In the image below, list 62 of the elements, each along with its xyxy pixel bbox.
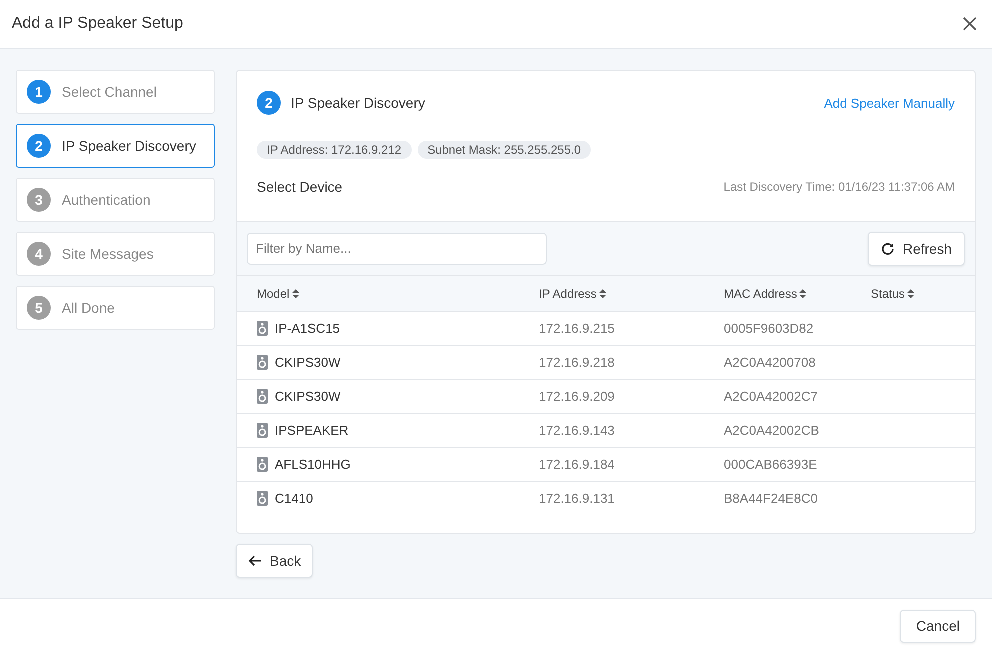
filter-field[interactable]: Filter by Name... bbox=[247, 232, 547, 264]
section-label: Select Device bbox=[257, 179, 343, 195]
column-header[interactable]: Model bbox=[257, 286, 539, 300]
step-label: All Done bbox=[62, 300, 115, 316]
table-cell: 172.16.9.143 bbox=[539, 423, 615, 438]
column-header[interactable]: MAC Address bbox=[724, 286, 871, 300]
last-discovery-time: Last Discovery Time: 01/16/23 11:37:06 AM bbox=[724, 180, 955, 194]
sort-icon bbox=[799, 288, 808, 298]
table-cell: C1410 bbox=[275, 491, 314, 506]
table-cell: 172.16.9.218 bbox=[539, 355, 615, 370]
table-cell: 172.16.9.184 bbox=[539, 457, 615, 472]
speaker-icon bbox=[257, 321, 268, 336]
column-header[interactable]: IP Address bbox=[539, 286, 724, 300]
step-number: 2 bbox=[27, 134, 51, 158]
refresh-icon bbox=[880, 242, 895, 256]
speaker-icon bbox=[257, 389, 268, 404]
cancel-button[interactable]: Cancel bbox=[900, 610, 976, 642]
refresh-button[interactable]: Refresh bbox=[868, 232, 965, 266]
step-number: 3 bbox=[27, 188, 51, 212]
step-label: Authentication bbox=[62, 192, 151, 208]
table-cell: A2C0A42002CB bbox=[724, 423, 820, 438]
table-cell: 000CAB66393E bbox=[724, 457, 818, 472]
table-cell: CKIPS30W bbox=[275, 389, 341, 404]
table-cell: A2C0A4200708 bbox=[724, 355, 816, 370]
dialog-title: Add a IP Speaker Setup bbox=[12, 15, 184, 33]
speaker-icon bbox=[257, 457, 268, 472]
speaker-icon bbox=[257, 423, 268, 438]
step-item[interactable]: 4 Site Messages bbox=[16, 232, 215, 276]
back-button[interactable]: Back bbox=[236, 544, 314, 578]
info-chip: IP Address: 172.16.9.212 bbox=[257, 141, 412, 159]
add-speaker-link[interactable]: Add Speaker Manually bbox=[824, 96, 955, 110]
table-cell: IPSPEAKER bbox=[275, 423, 349, 438]
step-item[interactable]: 1 Select Channel bbox=[16, 70, 215, 114]
table-cell: 172.16.9.131 bbox=[539, 491, 615, 506]
step-number: 1 bbox=[27, 80, 51, 104]
step-label: IP Speaker Discovery bbox=[62, 138, 196, 154]
table-cell: A2C0A42002C7 bbox=[724, 389, 818, 404]
sort-icon bbox=[907, 288, 916, 298]
step-item[interactable]: 2 IP Speaker Discovery bbox=[16, 124, 215, 168]
step-number: 4 bbox=[27, 242, 51, 266]
sort-icon bbox=[292, 288, 300, 298]
step-item[interactable]: 5 All Done bbox=[16, 286, 215, 330]
table-cell: AFLS10HHG bbox=[275, 457, 351, 472]
speaker-icon bbox=[257, 491, 268, 506]
step-label: Site Messages bbox=[62, 246, 154, 262]
info-chip: Subnet Mask: 255.255.255.0 bbox=[418, 141, 592, 159]
table-cell: CKIPS30W bbox=[275, 355, 341, 370]
table-cell: 172.16.9.209 bbox=[539, 389, 615, 404]
table-cell: 172.16.9.215 bbox=[539, 321, 615, 336]
table-cell: B8A44F24E8C0 bbox=[724, 491, 818, 506]
step-item[interactable]: 3 Authentication bbox=[16, 178, 215, 222]
step-label: Select Channel bbox=[62, 84, 157, 100]
step-number: 5 bbox=[27, 296, 51, 320]
panel-title: IP Speaker Discovery bbox=[291, 95, 426, 111]
close-icon[interactable] bbox=[962, 16, 978, 32]
arrow-left-icon bbox=[248, 555, 262, 567]
table-cell: IP-A1SC15 bbox=[275, 321, 340, 336]
column-header[interactable]: Status bbox=[871, 286, 975, 300]
speaker-icon bbox=[257, 355, 268, 370]
table-cell: 0005F9603D82 bbox=[724, 321, 814, 336]
sort-icon bbox=[598, 288, 607, 298]
step-number: 2 bbox=[257, 91, 281, 115]
